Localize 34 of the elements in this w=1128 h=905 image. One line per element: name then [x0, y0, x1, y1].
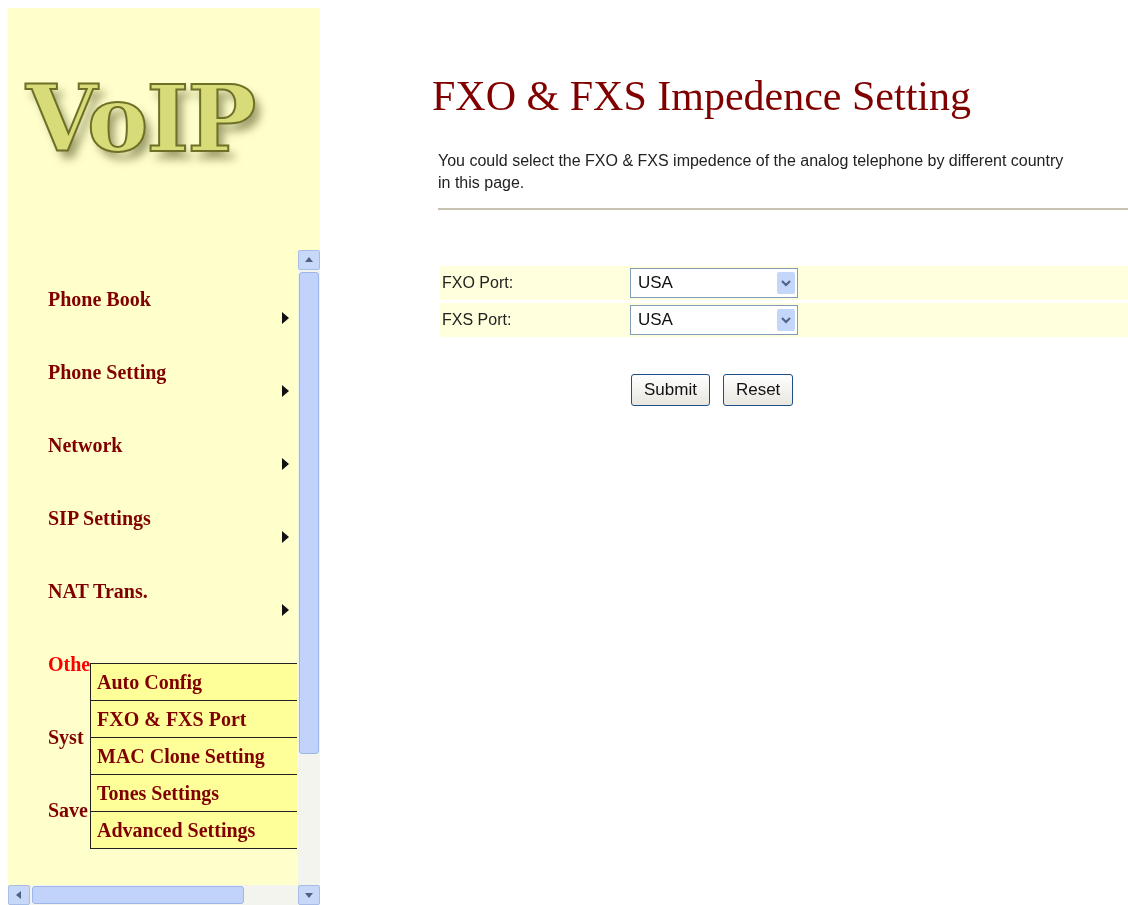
scroll-thumb[interactable]: [32, 886, 244, 904]
right-triangle-icon: [282, 312, 289, 324]
field-label: FXS Port:: [441, 311, 513, 329]
submenu-item[interactable]: Auto Config: [91, 664, 297, 700]
country-dropdown[interactable]: USA: [630, 305, 798, 335]
right-triangle-icon: [282, 531, 289, 543]
right-triangle-icon: [282, 385, 289, 397]
horizontal-scrollbar[interactable]: [8, 885, 298, 905]
scroll-down-icon[interactable]: [298, 885, 320, 905]
menu-item[interactable]: SIP Settings: [48, 507, 151, 529]
menu-item[interactable]: Save: [48, 799, 88, 821]
country-dropdown[interactable]: USA: [630, 268, 798, 298]
menu-item[interactable]: NAT Trans.: [48, 580, 148, 602]
scroll-up-icon[interactable]: [298, 250, 320, 270]
scroll-left-icon[interactable]: [8, 885, 30, 905]
submenu-item[interactable]: FXO & FXS Port: [91, 700, 297, 737]
page-title: FXO & FXS Impedence Setting: [432, 72, 972, 120]
right-triangle-icon: [282, 458, 289, 470]
scroll-thumb[interactable]: [299, 272, 319, 754]
menu-item[interactable]: Syst: [48, 726, 84, 748]
submenu-item[interactable]: MAC Clone Setting: [91, 737, 297, 774]
menu-item[interactable]: Phone Book: [48, 288, 151, 310]
menu-item[interactable]: Othe: [48, 653, 91, 675]
submenu-item[interactable]: Tones Settings: [91, 774, 297, 811]
menu-item[interactable]: Network: [48, 434, 123, 456]
page-description: You could select the FXO & FXS impedence of the analog telephone by different country in this page.: [438, 151, 1065, 193]
vertical-scrollbar[interactable]: [298, 250, 320, 905]
right-triangle-icon: [282, 604, 289, 616]
logo: VoIP: [26, 65, 255, 173]
submit-button[interactable]: Submit: [631, 374, 710, 406]
submenu-item[interactable]: Advanced Settings: [91, 811, 297, 848]
field-label: FXO Port:: [441, 274, 515, 292]
menu-item[interactable]: Phone Setting: [48, 361, 167, 383]
reset-button[interactable]: Reset: [722, 374, 794, 406]
